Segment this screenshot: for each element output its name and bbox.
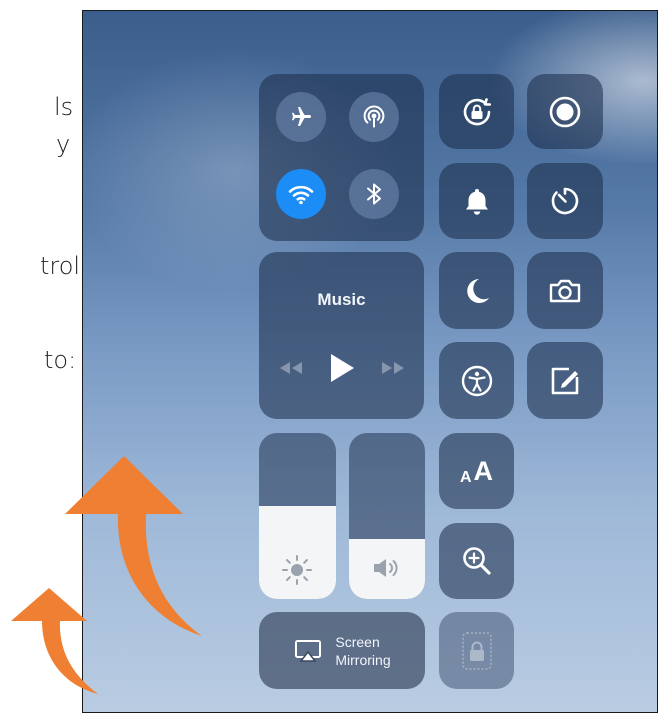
instruction-line: to: (44, 346, 77, 374)
bell-icon (465, 189, 488, 215)
accessibility-button[interactable] (439, 342, 514, 419)
screen-mirroring-label: Screen Mirroring (335, 633, 390, 669)
rotation-lock-icon (463, 97, 491, 125)
notes-button[interactable] (527, 342, 603, 419)
rewind-icon[interactable] (276, 360, 306, 376)
timer-button[interactable] (527, 163, 603, 239)
wifi-toggle[interactable] (276, 169, 326, 219)
text-size-button[interactable]: A A (439, 433, 514, 509)
text-size-large-a: A (473, 455, 494, 486)
instruction-line: trol (40, 252, 81, 280)
notes-icon (551, 367, 579, 394)
connectivity-tile (259, 74, 424, 241)
screen-mirroring-line1: Screen (335, 633, 380, 650)
magnifier-button[interactable] (439, 523, 514, 599)
airplane-mode-toggle[interactable] (276, 92, 326, 142)
swipe-up-arrow-small (11, 588, 98, 694)
text-size-icon: A A (460, 456, 493, 487)
timer-icon (551, 187, 579, 215)
wifi-icon (288, 185, 314, 205)
music-player-tile[interactable]: Music (259, 252, 424, 419)
play-icon[interactable] (328, 352, 356, 384)
record-icon (549, 96, 581, 127)
do-not-disturb-button[interactable] (439, 252, 514, 329)
instruction-line: y (56, 130, 71, 158)
airplay-icon (295, 639, 322, 662)
instruction-line: ls (54, 93, 74, 121)
camera-button[interactable] (527, 252, 603, 329)
orientation-lock-button[interactable] (439, 74, 514, 149)
brightness-slider[interactable] (259, 433, 336, 599)
music-title: Music (317, 290, 366, 309)
guided-access-button[interactable] (439, 612, 514, 689)
screen-mirroring-line2: Mirroring (335, 651, 391, 668)
accessibility-icon (461, 365, 492, 396)
screen-mirroring-button[interactable]: Screen Mirroring (259, 612, 425, 689)
camera-icon (549, 279, 581, 302)
sun-icon (282, 555, 312, 585)
bluetooth-toggle[interactable] (349, 169, 399, 219)
speaker-icon (374, 559, 398, 577)
mute-button[interactable] (439, 163, 514, 239)
screen-record-button[interactable] (527, 74, 603, 149)
bluetooth-icon (367, 183, 381, 205)
lock-icon (461, 631, 492, 670)
playback-controls (259, 352, 424, 384)
volume-slider[interactable] (349, 433, 425, 599)
text-size-small-a: A (459, 468, 472, 486)
fast-forward-icon[interactable] (378, 360, 408, 376)
cellular-data-toggle[interactable] (349, 92, 399, 142)
moon-icon (466, 278, 489, 303)
airplane-icon (292, 107, 311, 126)
magnifier-icon (462, 547, 491, 575)
cellular-data-icon (363, 105, 385, 128)
